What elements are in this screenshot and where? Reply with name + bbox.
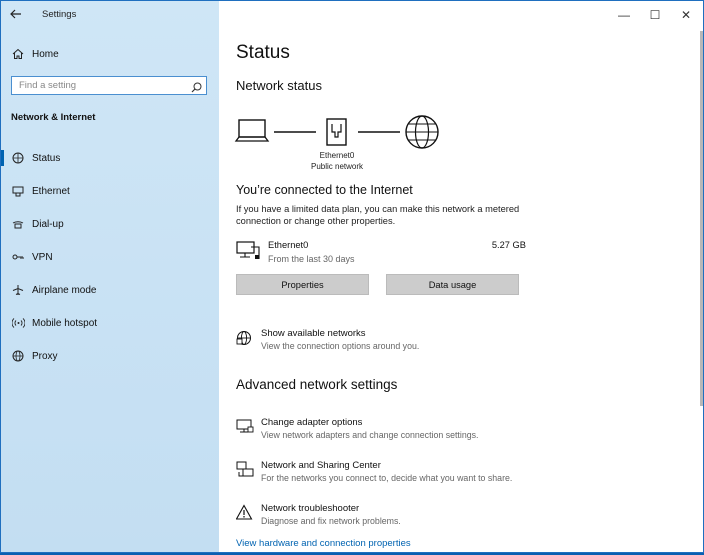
sidebar-item-label: Ethernet <box>32 185 70 197</box>
hotspot-icon <box>11 316 25 330</box>
internet-globe-icon <box>405 115 439 149</box>
back-arrow-icon[interactable] <box>9 7 25 23</box>
home-icon <box>11 47 25 61</box>
search-icon <box>191 80 202 93</box>
show-networks-subtitle: View the connection options around you. <box>261 341 420 351</box>
sidebar-item-airplane-mode[interactable]: Airplane mode <box>1 276 219 304</box>
adapter-icon <box>236 418 254 436</box>
hardware-properties-link[interactable]: View hardware and connection properties <box>236 538 411 549</box>
sidebar-item-label: Airplane mode <box>32 284 97 296</box>
maximize-button[interactable]: ☐ <box>640 3 670 27</box>
sidebar-item-proxy[interactable]: Proxy <box>1 342 219 370</box>
sharing-center-title: Network and Sharing Center <box>261 460 381 471</box>
connected-heading: You’re connected to the Internet <box>236 183 413 197</box>
page-title: Status <box>236 42 290 63</box>
sidebar-item-label: Status <box>32 152 61 164</box>
connected-description: If you have a limited data plan, you can… <box>236 204 520 226</box>
adapter-options-subtitle: View network adapters and change connect… <box>261 430 479 440</box>
globe-icon <box>11 349 25 363</box>
properties-button[interactable]: Properties <box>236 274 369 295</box>
app-title: Settings <box>42 9 77 20</box>
adapter-options-title: Change adapter options <box>261 417 363 428</box>
settings-window: Settings Home Find a setting Network & I… <box>0 0 704 553</box>
network-status-heading: Network status <box>236 78 322 93</box>
diagram-adapter-name: Ethernet0 <box>319 151 355 160</box>
sidebar: Settings Home Find a setting Network & I… <box>1 1 219 552</box>
diagram-network-type: Public network <box>310 162 364 171</box>
data-usage-button[interactable]: Data usage <box>386 274 519 295</box>
network-sharing-center-link[interactable]: Network and Sharing Center For the netwo… <box>236 460 656 488</box>
sidebar-item-dialup[interactable]: Dial-up <box>1 210 219 238</box>
show-networks-title: Show available networks <box>261 328 366 339</box>
show-available-networks-link[interactable]: Show available networks View the connect… <box>236 328 656 356</box>
sidebar-item-label: Proxy <box>32 350 58 362</box>
sharing-center-icon <box>236 461 254 479</box>
sidebar-item-status[interactable]: Status <box>1 144 219 172</box>
sidebar-section-title: Network & Internet <box>11 112 96 123</box>
status-globe-icon <box>11 151 25 165</box>
sidebar-item-label: VPN <box>32 251 53 263</box>
warning-icon <box>235 504 254 522</box>
sidebar-item-vpn[interactable]: VPN <box>1 243 219 271</box>
network-diagram: Ethernet0 Public network <box>234 114 444 174</box>
sidebar-item-label: Mobile hotspot <box>32 317 98 329</box>
ethernet-adapter-icon <box>236 241 260 266</box>
ethernet-adapter-icon <box>326 118 347 146</box>
change-adapter-options-link[interactable]: Change adapter options View network adap… <box>236 417 656 445</box>
sharing-center-subtitle: For the networks you connect to, decide … <box>261 473 513 483</box>
close-button[interactable]: ✕ <box>671 3 701 27</box>
advanced-settings-heading: Advanced network settings <box>236 377 398 392</box>
sidebar-item-ethernet[interactable]: Ethernet <box>1 177 219 205</box>
main-content: — ☐ ✕ Status Network status Ethernet0 Pu… <box>219 1 703 552</box>
laptop-icon <box>234 119 270 142</box>
troubleshooter-title: Network troubleshooter <box>261 503 360 514</box>
troubleshooter-subtitle: Diagnose and fix network problems. <box>261 516 401 526</box>
usage-period: From the last 30 days <box>268 254 355 264</box>
data-usage-amount: 5.27 GB <box>491 240 526 250</box>
network-troubleshooter-link[interactable]: Network troubleshooter Diagnose and fix … <box>235 503 656 531</box>
adapter-name: Ethernet0 <box>268 240 309 250</box>
ethernet-icon <box>11 184 25 198</box>
dialup-icon <box>11 217 25 231</box>
scrollbar[interactable] <box>700 31 703 406</box>
search-input[interactable]: Find a setting <box>11 76 207 95</box>
vpn-icon <box>11 250 25 264</box>
sidebar-item-mobile-hotspot[interactable]: Mobile hotspot <box>1 309 219 337</box>
sidebar-item-label: Home <box>32 48 59 60</box>
search-placeholder: Find a setting <box>19 80 77 91</box>
network-globe-icon <box>236 329 254 347</box>
sidebar-item-label: Dial-up <box>32 218 64 230</box>
adapter-usage-row: Ethernet0 From the last 30 days 5.27 GB <box>236 238 526 268</box>
minimize-button[interactable]: — <box>609 3 639 27</box>
airplane-icon <box>11 283 25 297</box>
sidebar-item-home[interactable]: Home <box>1 40 219 68</box>
